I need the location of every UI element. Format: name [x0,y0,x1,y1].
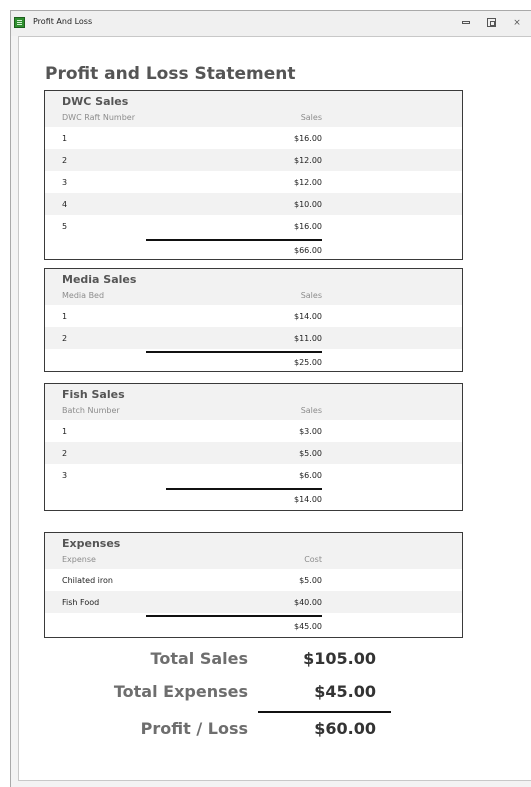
row-label: 3 [62,471,68,480]
row-value: $11.00 [294,334,322,343]
row-label: 3 [62,178,68,187]
total-sales-value: $105.00 [303,649,376,668]
section-dwc-sales: DWC Sales DWC Raft Number Sales 1 $16.00… [44,90,463,260]
row-value: $5.00 [299,576,322,585]
column-header-value: Sales [300,113,322,122]
row-label: 2 [62,449,68,458]
restore-icon [487,18,496,27]
total-rule [146,239,322,241]
table-row: 2 $5.00 [45,442,462,464]
row-label: Fish Food [62,598,100,607]
table-row: 1 $16.00 [45,127,462,149]
section-total: $14.00 [294,495,322,504]
row-value: $3.00 [299,427,322,436]
title-bar[interactable]: Profit And Loss ⨯ [11,11,531,36]
table-row: 2 $11.00 [45,327,462,349]
minimize-button[interactable] [460,16,474,30]
section-media-sales: Media Sales Media Bed Sales 1 $14.00 2 $… [44,268,463,372]
row-label: 2 [62,156,68,165]
report-window: Profit And Loss ⨯ Profit and Loss Statem… [10,10,531,787]
total-rule [166,488,322,490]
section-title: Fish Sales [62,388,125,401]
table-row: Chilated iron $5.00 [45,569,462,591]
column-header-value: Cost [304,555,322,564]
minimize-icon [462,21,470,24]
row-value: $5.00 [299,449,322,458]
profit-loss-label: Profit / Loss [140,719,248,738]
close-icon: ⨯ [513,18,521,28]
section-total: $25.00 [294,358,322,367]
row-value: $40.00 [294,598,322,607]
total-expenses-label: Total Expenses [113,682,248,701]
restore-button[interactable] [485,16,499,30]
row-value: $10.00 [294,200,322,209]
column-header-value: Sales [300,291,322,300]
column-header-label: Expense [62,555,96,564]
summary-rule [258,711,391,713]
section-total-row: $25.00 [45,349,462,371]
section-header: Media Sales Media Bed Sales [45,269,462,305]
total-sales-label: Total Sales [150,649,248,668]
close-button[interactable]: ⨯ [510,16,524,30]
total-expenses-value: $45.00 [314,682,376,701]
row-label: 5 [62,222,68,231]
row-label: 1 [62,312,68,321]
row-value: $16.00 [294,134,322,143]
row-value: $12.00 [294,178,322,187]
row-value: $6.00 [299,471,322,480]
section-header: Fish Sales Batch Number Sales [45,384,462,420]
row-label: Chilated iron [62,576,113,585]
row-label: 1 [62,134,68,143]
section-total-row: $14.00 [45,486,462,510]
table-row: 5 $16.00 [45,215,462,237]
section-fish-sales: Fish Sales Batch Number Sales 1 $3.00 2 … [44,383,463,511]
section-total-row: $45.00 [45,613,462,637]
report-title: Profit and Loss Statement [45,64,296,84]
section-title: Media Sales [62,273,137,286]
row-label: 2 [62,334,68,343]
table-row: 1 $3.00 [45,420,462,442]
row-value: $14.00 [294,312,322,321]
column-header-label: Batch Number [62,406,120,415]
section-header: DWC Sales DWC Raft Number Sales [45,91,462,127]
section-header: Expenses Expense Cost [45,533,462,569]
row-label: 1 [62,427,68,436]
section-total: $45.00 [294,622,322,631]
table-row: Fish Food $40.00 [45,591,462,613]
table-row: 4 $10.00 [45,193,462,215]
column-header-label: Media Bed [62,291,105,300]
table-row: 2 $12.00 [45,149,462,171]
table-row: 3 $12.00 [45,171,462,193]
report-body[interactable]: Profit and Loss Statement DWC Sales DWC … [18,36,531,781]
total-rule [146,351,322,353]
table-row: 1 $14.00 [45,305,462,327]
window-title: Profit And Loss [33,17,93,26]
row-value: $16.00 [294,222,322,231]
total-rule [146,615,322,617]
row-label: 4 [62,200,68,209]
column-header-label: DWC Raft Number [62,113,135,122]
column-header-value: Sales [300,406,322,415]
profit-loss-value: $60.00 [314,719,376,738]
access-report-icon [14,17,25,28]
section-title: Expenses [62,537,121,550]
section-total-row: $66.00 [45,237,462,259]
section-expenses: Expenses Expense Cost Chilated iron $5.0… [44,532,463,638]
section-title: DWC Sales [62,95,129,108]
row-value: $12.00 [294,156,322,165]
section-total: $66.00 [294,246,322,255]
table-row: 3 $6.00 [45,464,462,486]
